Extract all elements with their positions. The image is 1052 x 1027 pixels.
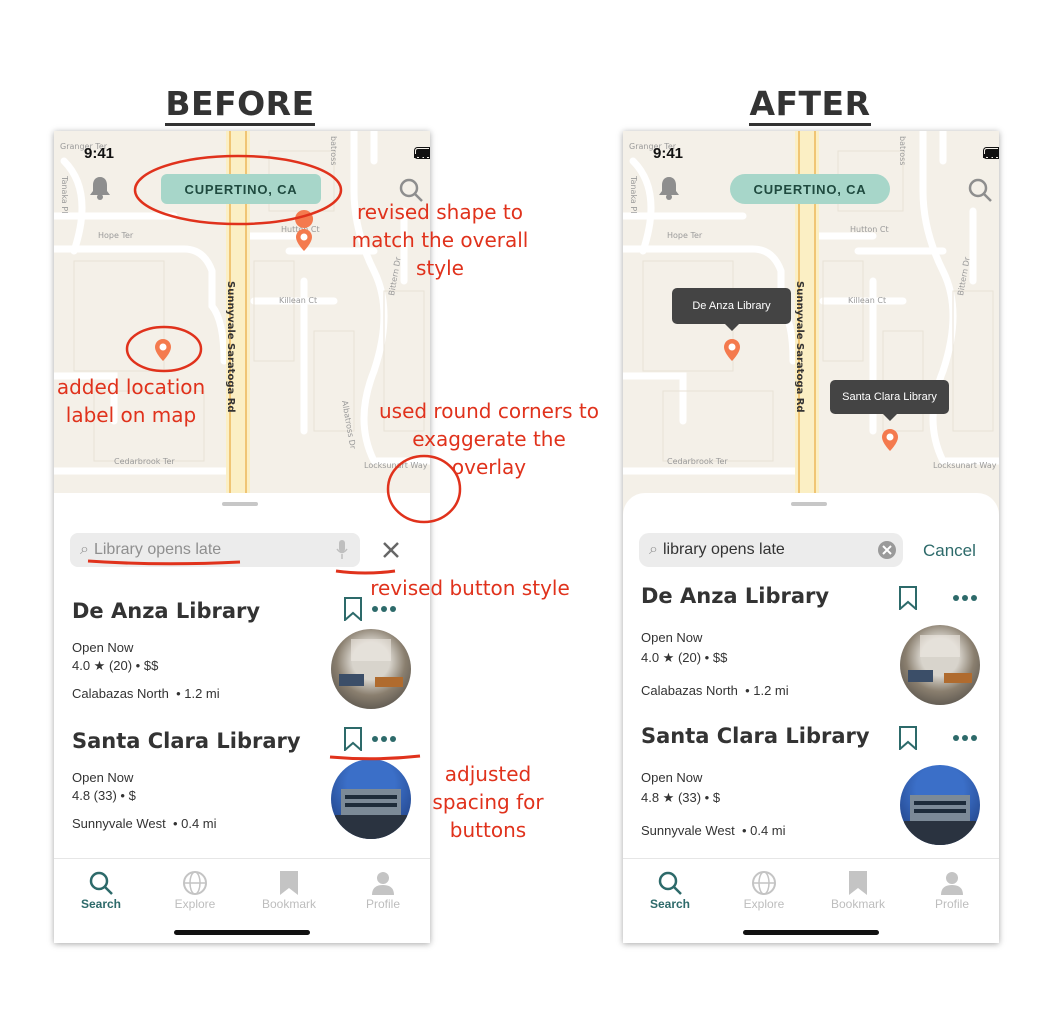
more-options-icon[interactable] (953, 595, 977, 601)
results-sheet[interactable]: ⌕ Library opens late De Anza Library Ope… (54, 493, 430, 943)
tab-explore[interactable]: Explore (717, 869, 811, 911)
after-heading: AFTER (710, 84, 910, 126)
annotation-button: revised button style (370, 576, 570, 600)
street-label: Cedarbrook Ter (114, 457, 175, 466)
bookmark-icon (242, 869, 336, 897)
street-label: Hope Ter (667, 231, 703, 240)
result-status: Open Now (641, 770, 703, 785)
more-options-icon[interactable] (372, 736, 396, 742)
search-icon (54, 869, 148, 897)
bookmark-icon[interactable] (899, 586, 917, 615)
street-label: Killean Ct (279, 296, 317, 305)
annotation-label: added location label on map (56, 375, 206, 427)
street-label: batross (329, 136, 338, 165)
home-indicator (743, 930, 879, 935)
close-icon[interactable] (382, 541, 400, 564)
tab-search[interactable]: Search (623, 869, 717, 911)
street-label: Albatross Dr (340, 400, 358, 451)
search-icon: ⌕ (80, 541, 89, 558)
person-icon (905, 869, 999, 897)
result-rating: 4.0 ★ (20) • $$ (72, 658, 159, 673)
tab-bookmark[interactable]: Bookmark (242, 869, 336, 911)
result-title[interactable]: Santa Clara Library (72, 729, 301, 753)
tab-search[interactable]: Search (54, 869, 148, 911)
globe-icon (148, 869, 242, 897)
result-location: Calabazas North • 1.2 mi (641, 683, 789, 698)
results-sheet[interactable]: ⌕ library opens late Cancel De Anza Libr… (623, 493, 999, 943)
person-icon (336, 869, 430, 897)
result-photo[interactable] (331, 759, 411, 839)
road-label: Sunnyvale Saratoga Rd (225, 281, 236, 413)
bookmark-icon[interactable] (344, 727, 362, 756)
search-icon (623, 869, 717, 897)
result-photo[interactable] (331, 629, 411, 709)
status-time: 9:41 (84, 145, 115, 162)
result-photo[interactable] (900, 625, 980, 705)
map[interactable]: Granger Ter Hope Ter Hutton Ct Killean C… (623, 131, 999, 511)
bookmark-icon[interactable] (344, 597, 362, 626)
street-label: Tanaka Pl (60, 175, 69, 213)
tab-bar: Search Explore Bookmark Profile (54, 858, 430, 943)
result-location: Calabazas North • 1.2 mi (72, 686, 220, 701)
result-location: Sunnyvale West • 0.4 mi (72, 816, 217, 831)
cancel-button[interactable]: Cancel (923, 541, 976, 561)
result-status: Open Now (641, 630, 703, 645)
result-title[interactable]: De Anza Library (72, 599, 260, 623)
annotation-spacing: adjusted spacing for buttons (432, 762, 544, 842)
clear-icon[interactable] (877, 540, 897, 565)
street-label: Cedarbrook Ter (667, 457, 728, 466)
tab-profile[interactable]: Profile (336, 869, 430, 911)
before-heading: BEFORE (140, 84, 340, 126)
bookmark-icon (811, 869, 905, 897)
annotation-corners: used round corners to exaggerate the ove… (378, 399, 600, 479)
location-pill[interactable]: CUPERTINO, CA (730, 174, 890, 204)
result-status: Open Now (72, 770, 134, 785)
tab-bookmark[interactable]: Bookmark (811, 869, 905, 911)
result-status: Open Now (72, 640, 134, 655)
annotation-shape: revised shape to match the overall style (351, 200, 529, 280)
street-label: Killean Ct (848, 296, 886, 305)
map-label-tooltip[interactable]: De Anza Library (672, 288, 791, 331)
result-title[interactable]: Santa Clara Library (641, 724, 870, 748)
globe-icon (717, 869, 811, 897)
bookmark-icon[interactable] (899, 726, 917, 755)
home-indicator (174, 930, 310, 935)
search-icon: ⌕ (649, 541, 658, 558)
sheet-handle[interactable] (222, 502, 258, 506)
result-photo[interactable] (900, 765, 980, 845)
battery-icon (414, 147, 430, 159)
road-label: Sunnyvale Saratoga Rd (794, 281, 805, 413)
street-label: Tanaka Pl (629, 175, 638, 213)
more-options-icon[interactable] (372, 606, 396, 612)
tab-profile[interactable]: Profile (905, 869, 999, 911)
street-label: Hutton Ct (850, 225, 889, 234)
status-time: 9:41 (653, 145, 684, 162)
tab-bar: Search Explore Bookmark Profile (623, 858, 999, 943)
map-label-tooltip[interactable]: Santa Clara Library (830, 380, 949, 421)
map[interactable]: Granger Ter Hope Ter Hutton Ct Killean C… (54, 131, 430, 511)
street-label: Locksunart Way (933, 461, 997, 470)
result-rating: 4.0 ★ (20) • $$ (641, 650, 728, 665)
result-title[interactable]: De Anza Library (641, 584, 829, 608)
tab-explore[interactable]: Explore (148, 869, 242, 911)
result-location: Sunnyvale West • 0.4 mi (641, 823, 786, 838)
street-label: batross (898, 136, 907, 165)
result-rating: 4.8 ★ (33) • $ (641, 790, 721, 805)
location-pill[interactable]: CUPERTINO, CA (161, 174, 321, 204)
search-input[interactable]: ⌕ Library opens late (70, 533, 360, 567)
sheet-handle[interactable] (791, 502, 827, 506)
street-label: Hope Ter (98, 231, 134, 240)
after-phone: Granger Ter Hope Ter Hutton Ct Killean C… (623, 131, 999, 943)
more-options-icon[interactable] (953, 735, 977, 741)
microphone-icon[interactable] (336, 540, 348, 565)
search-input[interactable]: ⌕ library opens late (639, 533, 903, 567)
battery-icon (983, 147, 999, 159)
result-rating: 4.8 (33) • $ (72, 788, 136, 803)
map-pin[interactable] (295, 210, 314, 228)
